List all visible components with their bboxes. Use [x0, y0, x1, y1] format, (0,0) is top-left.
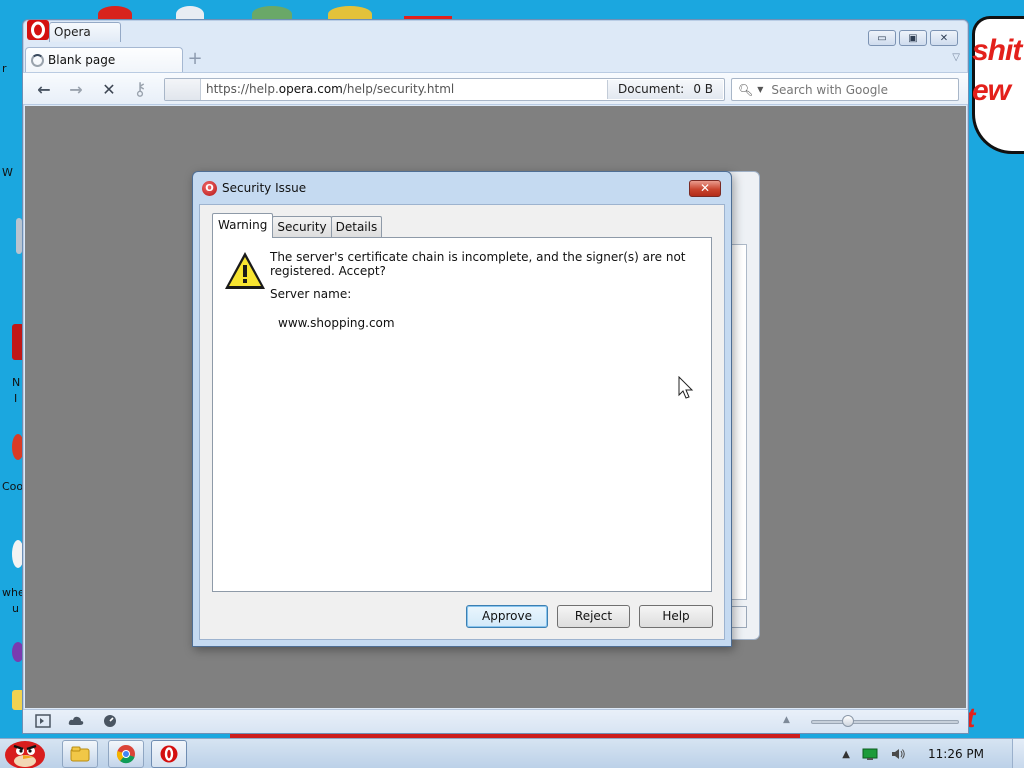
- new-tab-button[interactable]: +: [187, 50, 203, 68]
- taskbar-explorer[interactable]: [62, 740, 98, 768]
- search-input[interactable]: [771, 82, 942, 97]
- search-icon[interactable]: 🔍︎: [738, 83, 753, 97]
- desktop-fragment-text: whe: [2, 586, 22, 599]
- status-expand-icon[interactable]: ▲: [783, 715, 790, 725]
- forward-button[interactable]: →: [65, 79, 87, 99]
- security-issue-dialog: O Security Issue ✕ Warning Security Deta…: [192, 171, 732, 647]
- tab-details[interactable]: Details: [330, 216, 383, 238]
- desktop-fragment-text: N: [12, 376, 21, 389]
- desktop-fragment-text: I: [14, 392, 18, 405]
- desktop-fragment-text: r: [2, 62, 7, 75]
- reject-button[interactable]: Reject: [557, 605, 630, 628]
- dialog-close-button[interactable]: ✕: [689, 180, 721, 197]
- back-button[interactable]: ←: [33, 79, 55, 99]
- tab-menu-chevron-icon[interactable]: ▽: [952, 52, 960, 63]
- cloud-icon[interactable]: [68, 714, 84, 728]
- opera-icon: [160, 745, 178, 763]
- desktop-fragment-text: Coo: [2, 480, 22, 493]
- desktop-icon-fragment[interactable]: [12, 690, 22, 710]
- document-size-indicator: Document: 0 B: [607, 80, 723, 99]
- cartoon-text-line: shit: [972, 34, 1022, 67]
- desktop-fragment-text: W: [2, 166, 13, 179]
- search-box[interactable]: 🔍︎ ▼: [731, 78, 959, 101]
- chrome-icon: [116, 745, 135, 764]
- opera-security-icon: O: [202, 181, 217, 196]
- document-size-value: 0 B: [693, 82, 713, 96]
- explorer-icon: [70, 746, 90, 762]
- desktop-left-edge: r W N I Coo whe u: [0, 22, 22, 738]
- help-button[interactable]: Help: [639, 605, 713, 628]
- taskbar-clock[interactable]: 11:26 PM: [928, 747, 984, 761]
- volume-icon[interactable]: [890, 747, 906, 761]
- desktop-icon-fragment[interactable]: [12, 324, 22, 360]
- taskbar: ▲ 11:26 PM: [0, 738, 1024, 768]
- start-button-angry-bird-icon[interactable]: [0, 733, 50, 768]
- taskbar-opera[interactable]: [151, 740, 187, 768]
- system-tray: ▲ 11:26 PM: [842, 739, 1024, 768]
- navigation-bar: ← → ✕ ⚷ https://help.opera.com/help/secu…: [23, 72, 968, 105]
- warning-triangle-icon: [225, 252, 265, 289]
- tray-expand-button[interactable]: ▲: [842, 749, 850, 760]
- address-domain: opera.com: [278, 82, 343, 96]
- background-dialog-button[interactable]: [731, 606, 747, 628]
- tab-label: Blank page: [48, 53, 116, 67]
- background-dialog-panel: [731, 244, 747, 600]
- desktop-icon-fragment[interactable]: [12, 642, 22, 662]
- dialog-title: Security Issue: [222, 181, 307, 195]
- dialog-body: Warning Security Details The server's ce…: [199, 204, 725, 640]
- desktop-fragment-text: u: [12, 602, 19, 615]
- taskbar-chrome[interactable]: [108, 740, 144, 768]
- show-desktop-button[interactable]: [1012, 739, 1024, 768]
- opera-menu-button[interactable]: Opera: [49, 22, 121, 42]
- zoom-slider[interactable]: [811, 720, 959, 724]
- warning-message: The server's certificate chain is incomp…: [270, 250, 686, 278]
- search-engine-dropdown-icon[interactable]: ▼: [757, 85, 763, 94]
- tab-strip: Blank page + ▽: [23, 44, 968, 73]
- document-label: Document:: [618, 82, 685, 96]
- tab-security[interactable]: Security: [272, 216, 332, 238]
- key-icon[interactable]: ⚷: [129, 79, 151, 100]
- tab-warning[interactable]: Warning: [212, 213, 274, 238]
- warning-panel: The server's certificate chain is incomp…: [212, 237, 712, 592]
- tab-blank-page[interactable]: Blank page: [25, 47, 183, 73]
- approve-button[interactable]: Approve: [466, 605, 548, 628]
- window-titlebar[interactable]: Opera ▭ ▣ ✕: [23, 20, 968, 46]
- zoom-slider-handle[interactable]: [842, 715, 854, 727]
- status-bar: ▲: [23, 709, 968, 733]
- network-icon[interactable]: [862, 747, 878, 761]
- opera-logo-icon[interactable]: [27, 20, 49, 40]
- server-name-value: www.shopping.com: [278, 316, 395, 330]
- address-url[interactable]: https://help.opera.com/help/security.htm…: [206, 82, 454, 96]
- dialog-tabs: Warning Security Details: [212, 213, 383, 238]
- speed-dial-icon[interactable]: [102, 714, 118, 728]
- stop-button[interactable]: ✕: [98, 79, 120, 99]
- panel-toggle-icon[interactable]: [35, 714, 51, 728]
- desktop-icon-fragment[interactable]: [12, 434, 22, 460]
- desktop-icon-fragment[interactable]: [12, 540, 22, 568]
- server-name-label: Server name:: [270, 287, 352, 301]
- site-info-badge[interactable]: [165, 79, 201, 100]
- mouse-cursor-icon: [678, 376, 694, 399]
- loading-spinner-icon: [31, 54, 44, 67]
- address-bar[interactable]: https://help.opera.com/help/security.htm…: [164, 78, 725, 101]
- cartoon-text-line: ew: [972, 74, 1011, 107]
